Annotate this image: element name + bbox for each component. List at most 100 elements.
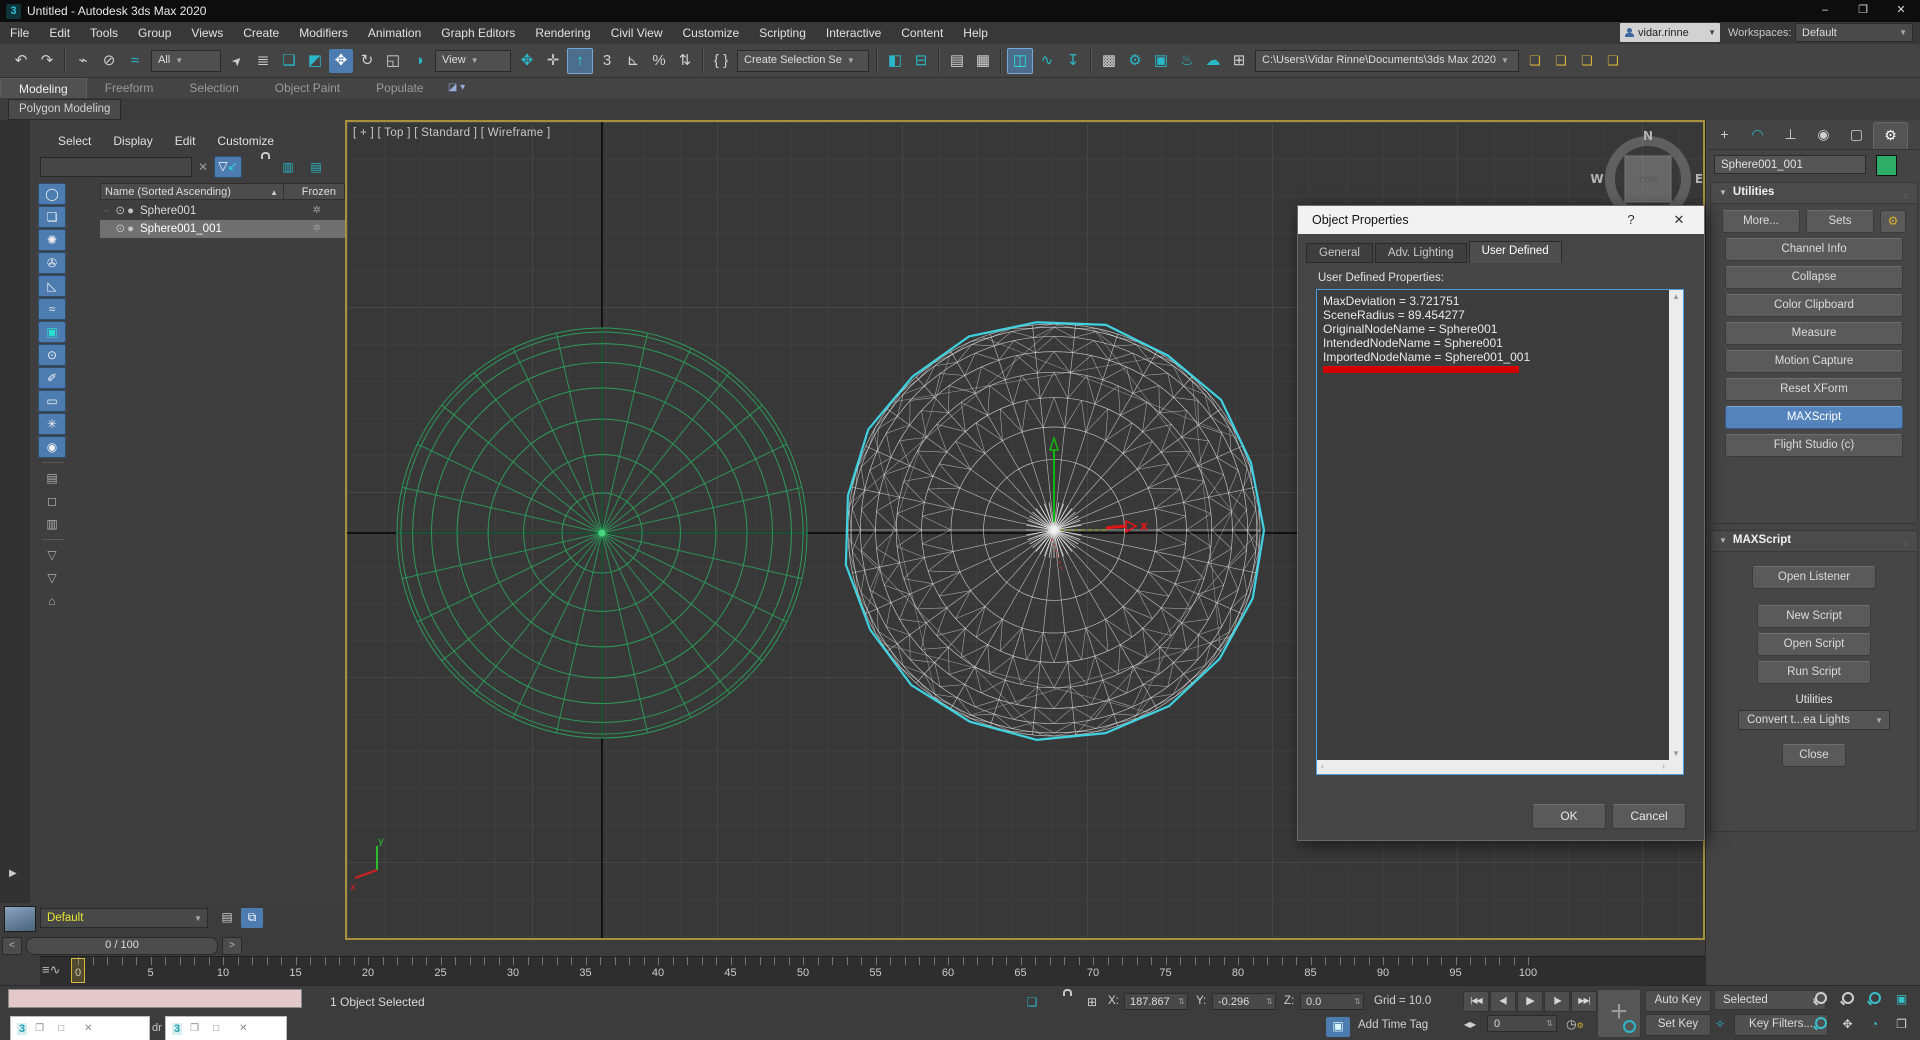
- configure-button-sets-icon[interactable]: ⚙: [1880, 210, 1906, 233]
- select-and-link-icon[interactable]: ⌁: [71, 49, 95, 73]
- menu-civil-view[interactable]: Civil View: [601, 22, 673, 44]
- display-shapes-icon[interactable]: ❏: [38, 206, 66, 228]
- selection-filter-dropdown[interactable]: All▼: [151, 50, 221, 72]
- layer-list-icon[interactable]: ▤: [216, 908, 238, 928]
- orbit-icon[interactable]: ◔: [1862, 1014, 1887, 1036]
- clear-search-icon[interactable]: ✕: [198, 160, 208, 174]
- menu-customize[interactable]: Customize: [673, 22, 750, 44]
- flight-studio-c--button[interactable]: Flight Studio (c): [1725, 434, 1903, 457]
- maximize-icon[interactable]: □: [58, 1023, 64, 1034]
- column-chooser-icon[interactable]: ▥: [278, 158, 298, 176]
- selection-filter-icon[interactable]: ▽↙: [214, 156, 242, 178]
- angle-snap-toggle-icon[interactable]: ⊾: [621, 49, 645, 73]
- use-pivot-point-center-icon[interactable]: ✥: [515, 49, 539, 73]
- next-frame-icon[interactable]: ||▶: [1544, 991, 1570, 1012]
- visibility-eye-icon[interactable]: ⊙: [115, 205, 125, 217]
- close-utility-button[interactable]: Close: [1782, 744, 1846, 767]
- utilities-tab-wrench[interactable]: ⚙: [1873, 122, 1908, 149]
- motion-capture-button[interactable]: Motion Capture: [1725, 350, 1903, 373]
- select-and-place-icon[interactable]: ◑: [407, 49, 431, 73]
- menu-modifiers[interactable]: Modifiers: [289, 22, 358, 44]
- dialog-tab-user-defined[interactable]: User Defined: [1469, 241, 1562, 263]
- project-folder-path[interactable]: C:\Users\Vidar Rinne\Documents\3ds Max 2…: [1255, 50, 1519, 72]
- redo-icon[interactable]: ↷: [35, 49, 59, 73]
- render-gallery-icon[interactable]: ⊞: [1227, 49, 1251, 73]
- visibility-eye-icon[interactable]: ⊙: [115, 223, 125, 235]
- taskbar-window-1[interactable]: 3 ❐ □ ✕: [10, 1016, 150, 1040]
- run-script-button[interactable]: Run Script: [1757, 661, 1871, 684]
- select-and-move-icon[interactable]: ✥: [329, 49, 353, 73]
- time-next-button[interactable]: >: [222, 937, 242, 955]
- viewport-label[interactable]: [ + ] [ Top ] [ Standard ] [ Wireframe ]: [353, 127, 550, 139]
- z-coord-field[interactable]: 0.0⇅: [1300, 993, 1364, 1010]
- zoom-all-icon[interactable]: [1862, 989, 1887, 1011]
- menu-views[interactable]: Views: [181, 22, 233, 44]
- menu-graph-editors[interactable]: Graph Editors: [431, 22, 525, 44]
- dialog-help-icon[interactable]: ?: [1616, 206, 1646, 234]
- add-column-icon[interactable]: ▤: [306, 158, 326, 176]
- menu-scripting[interactable]: Scripting: [749, 22, 816, 44]
- close-button[interactable]: ✕: [1882, 0, 1920, 22]
- taskbar-window-2[interactable]: 3 ❐ □ ✕: [165, 1016, 287, 1040]
- go-to-start-icon[interactable]: |◀◀: [1463, 991, 1489, 1012]
- display-hidden-icon[interactable]: ◉: [38, 436, 66, 458]
- close-icon[interactable]: ✕: [84, 1023, 92, 1034]
- named-selection-set-field[interactable]: Create Selection Se▼: [737, 50, 869, 72]
- explorer-menu-display[interactable]: Display: [113, 134, 152, 148]
- object-color-swatch[interactable]: [1876, 155, 1897, 176]
- scroll-left-icon[interactable]: ‹: [1321, 761, 1324, 771]
- bind-to-space-warp-icon[interactable]: ≈: [123, 49, 147, 73]
- display-spacewarps-icon[interactable]: ≈: [38, 298, 66, 320]
- menu-file[interactable]: File: [0, 22, 39, 44]
- cancel-button[interactable]: Cancel: [1612, 804, 1686, 829]
- dialog-close-icon[interactable]: ✕: [1662, 206, 1696, 234]
- display-containers-icon[interactable]: ▭: [38, 390, 66, 412]
- explorer-column-header[interactable]: Name (Sorted Ascending) ▲ Frozen: [100, 183, 345, 200]
- play-icon[interactable]: ▶: [1517, 991, 1543, 1012]
- select-object-icon[interactable]: ➤: [220, 44, 254, 78]
- ribbon-tab-modeling[interactable]: Modeling: [0, 78, 87, 98]
- spinner-snap-toggle-icon[interactable]: ⇅: [673, 49, 697, 73]
- expand-arrow-icon[interactable]: ▶: [9, 868, 17, 879]
- scene-explorer-toggle-icon[interactable]: ⧉: [241, 908, 263, 928]
- frame-step-icon[interactable]: ◀▶: [1461, 1015, 1479, 1035]
- menu-create[interactable]: Create: [233, 22, 289, 44]
- zoom-icon[interactable]: [1835, 989, 1860, 1011]
- filter-combination-icon[interactable]: ▽: [38, 544, 66, 566]
- folder-new-icon[interactable]: ❏: [1549, 49, 1573, 73]
- reset-xform-button[interactable]: Reset XForm: [1725, 378, 1903, 401]
- menu-group[interactable]: Group: [128, 22, 181, 44]
- time-range-display[interactable]: 0 / 100: [26, 937, 218, 955]
- select-by-name-icon[interactable]: ≣: [251, 49, 275, 73]
- select-none-icon[interactable]: ◻: [38, 490, 66, 512]
- scene-object-row[interactable]: ┄⊙●Sphere001✲: [100, 202, 345, 220]
- scroll-right-icon[interactable]: ›: [1662, 761, 1665, 771]
- unlink-selection-icon[interactable]: ⊘: [97, 49, 121, 73]
- advanced-filter-icon[interactable]: ▽: [38, 567, 66, 589]
- explorer-menu-edit[interactable]: Edit: [175, 134, 196, 148]
- time-configuration-icon[interactable]: ◷⚙: [1563, 1015, 1587, 1035]
- render-in-cloud-icon[interactable]: ☁: [1201, 49, 1225, 73]
- curve-editor-icon[interactable]: ∿: [1035, 49, 1059, 73]
- open-listener-button[interactable]: Open Listener: [1752, 566, 1876, 589]
- workspace-dropdown[interactable]: Default▼: [1795, 23, 1913, 42]
- utility-script-dropdown[interactable]: Convert t...ea Lights▼: [1738, 710, 1890, 730]
- isolate-selection-icon[interactable]: ❏: [1020, 993, 1044, 1013]
- field-of-view-icon[interactable]: [1808, 1014, 1833, 1036]
- scroll-up-icon[interactable]: ▲: [1669, 292, 1683, 301]
- material-editor-icon[interactable]: ▩: [1097, 49, 1121, 73]
- color-clipboard-button[interactable]: Color Clipboard: [1725, 294, 1903, 317]
- frozen-toggle-icon[interactable]: ✲: [313, 220, 321, 238]
- selection-lock-icon[interactable]: [1050, 995, 1074, 1015]
- explorer-search-input[interactable]: [40, 157, 192, 177]
- lock-explorer-icon[interactable]: [250, 158, 270, 176]
- named-selection-sets-icon[interactable]: { }: [709, 49, 733, 73]
- track-bar[interactable]: ≡∿ 0510152025303540455055606570758085909…: [40, 956, 1705, 986]
- percent-snap-toggle-icon[interactable]: %: [647, 49, 671, 73]
- sync-selection-icon[interactable]: ▤: [38, 467, 66, 489]
- time-tag-cube-icon[interactable]: ▣: [1326, 1017, 1350, 1037]
- zoom-region-icon[interactable]: [1808, 989, 1833, 1011]
- time-slider-marker[interactable]: [71, 958, 85, 983]
- select-and-scale-icon[interactable]: ◱: [381, 49, 405, 73]
- set-keys-button[interactable]: +: [1597, 989, 1641, 1038]
